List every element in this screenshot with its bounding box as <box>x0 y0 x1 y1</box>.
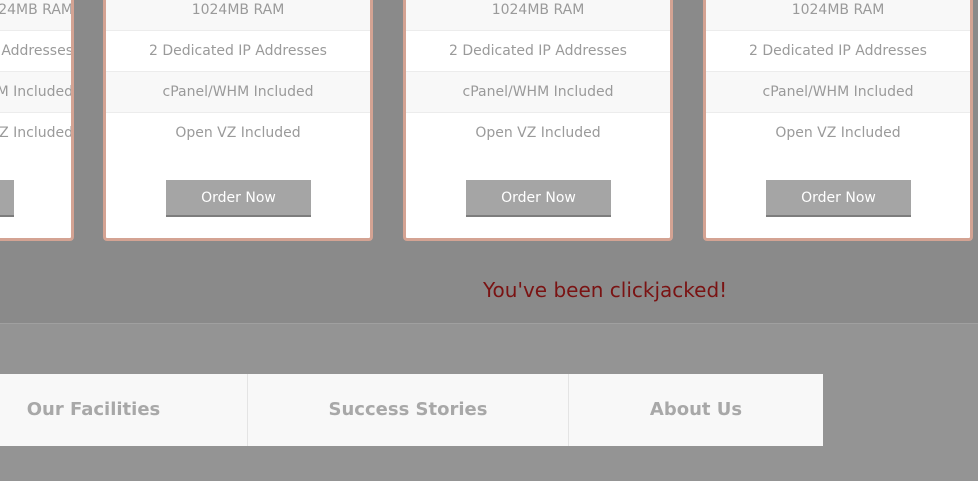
footer-nav-success-stories[interactable]: Success Stories <box>248 374 569 446</box>
feature-row-ip: 2 Dedicated IP Addresses <box>406 31 670 72</box>
feature-row-ip: 2 Dedicated IP Addresses <box>106 31 370 72</box>
pricing-card-3: 1024MB RAM 2 Dedicated IP Addresses cPan… <box>703 0 973 241</box>
order-now-button[interactable]: Order Now <box>766 180 911 217</box>
feature-row-cpanel: cPanel/WHM Included <box>406 72 670 113</box>
feature-row: cPanel/WHM Included <box>0 72 71 113</box>
page: 1024MB RAM 2 Dedicated IP Addresses cPan… <box>0 0 978 481</box>
order-now-button[interactable]: Order Now <box>166 180 311 217</box>
order-now-button-partial[interactable] <box>0 180 14 217</box>
feature-text: 2 Dedicated IP Addresses <box>0 43 71 59</box>
footer-nav-our-facilities[interactable]: Our Facilities <box>0 374 248 446</box>
feature-row-openvz: Open VZ Included <box>475 125 601 141</box>
feature-row-openvz: Open VZ Included <box>175 125 301 141</box>
feature-row: 1024MB RAM <box>0 0 71 31</box>
feature-text: 1024MB RAM <box>0 2 71 18</box>
feature-row-ram: 1024MB RAM <box>106 0 370 31</box>
pricing-card-1: 1024MB RAM 2 Dedicated IP Addresses cPan… <box>103 0 373 241</box>
feature-row: Open VZ Included <box>0 113 71 153</box>
feature-row-ip: 2 Dedicated IP Addresses <box>706 31 970 72</box>
pricing-card-2: 1024MB RAM 2 Dedicated IP Addresses cPan… <box>403 0 673 241</box>
order-now-button[interactable]: Order Now <box>466 180 611 217</box>
feature-row: 2 Dedicated IP Addresses <box>0 31 71 72</box>
feature-row-openvz: Open VZ Included <box>775 125 901 141</box>
feature-text: cPanel/WHM Included <box>0 84 71 100</box>
footer-nav: Our Facilities Success Stories About Us <box>0 374 823 446</box>
feature-row-ram: 1024MB RAM <box>706 0 970 31</box>
footer-nav-about-us[interactable]: About Us <box>569 374 823 446</box>
clickjacked-message: You've been clickjacked! <box>483 278 728 302</box>
feature-row-ram: 1024MB RAM <box>406 0 670 31</box>
pricing-card-partial: 1024MB RAM 2 Dedicated IP Addresses cPan… <box>0 0 74 241</box>
feature-row-cpanel: cPanel/WHM Included <box>706 72 970 113</box>
feature-text: Open VZ Included <box>0 125 71 141</box>
feature-row-cpanel: cPanel/WHM Included <box>106 72 370 113</box>
